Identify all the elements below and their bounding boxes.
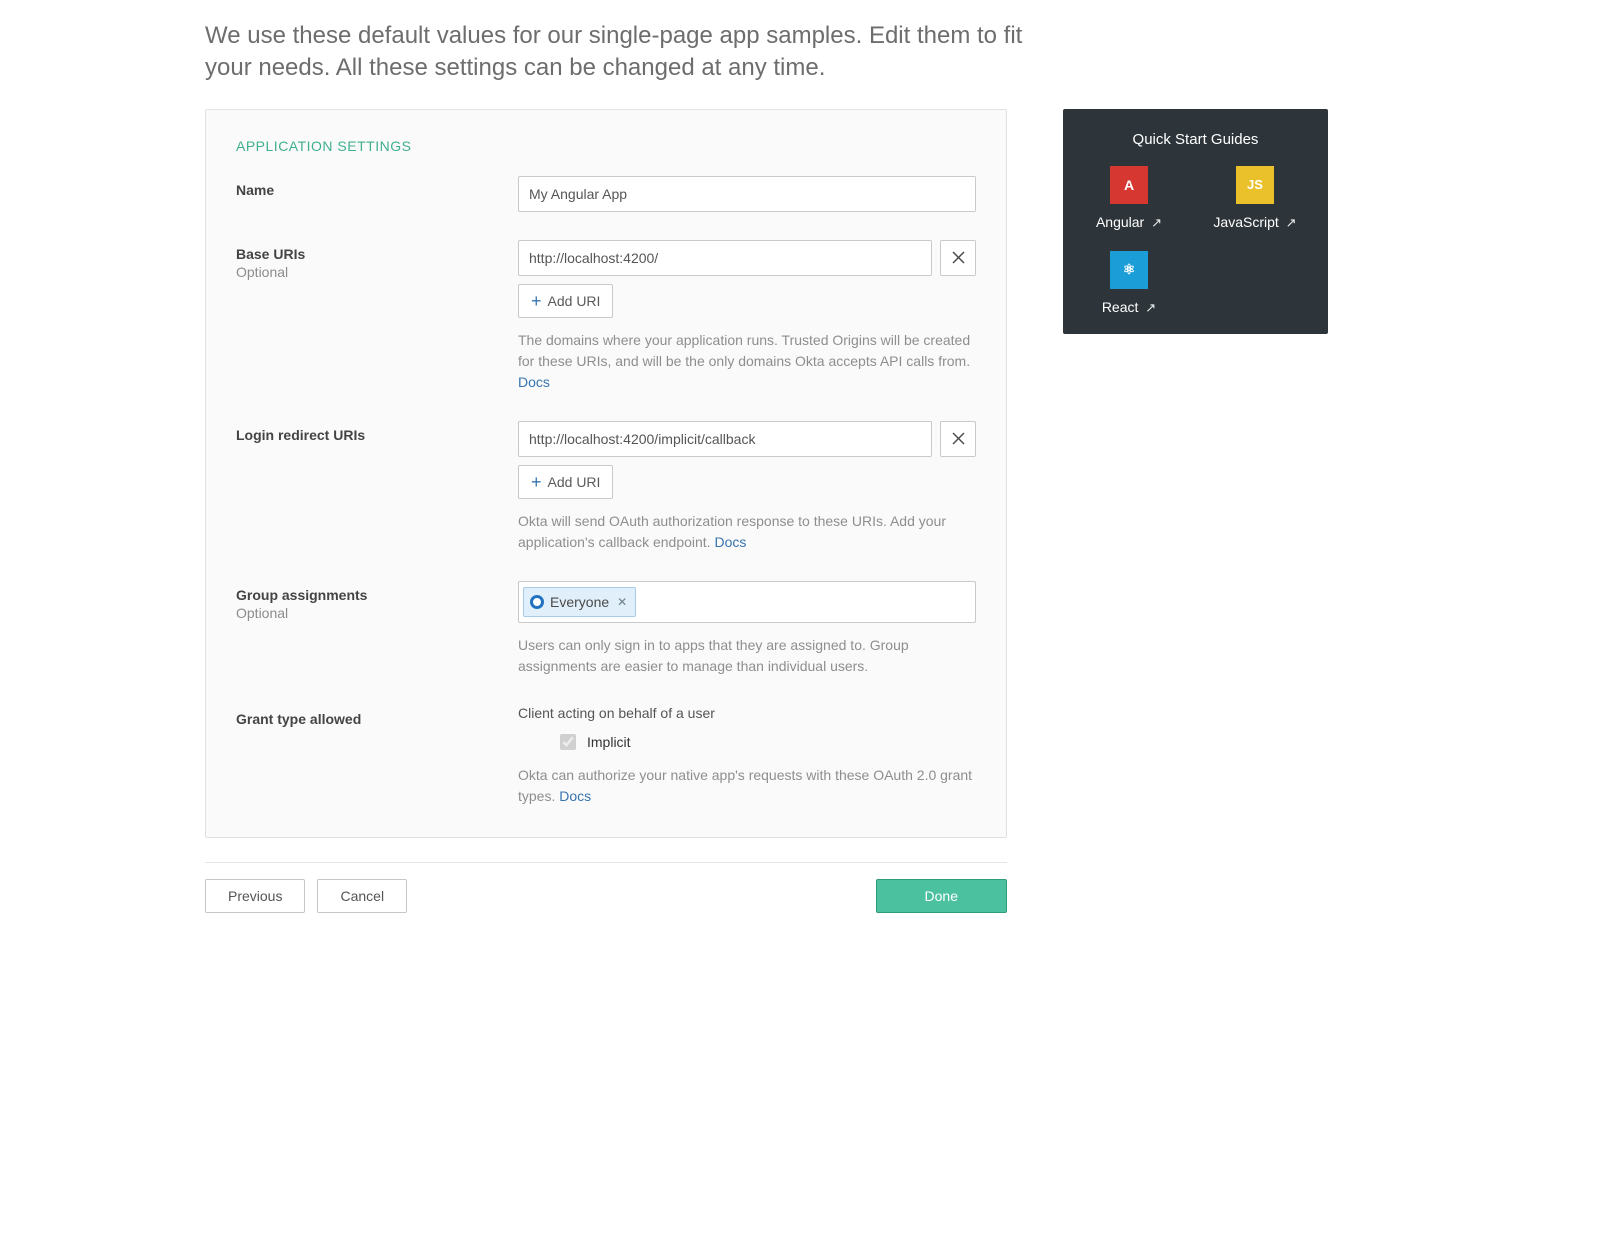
base-uris-optional: Optional bbox=[236, 264, 518, 280]
remove-group-token-button[interactable]: ✕ bbox=[617, 595, 627, 609]
external-link-icon: ↗ bbox=[1151, 215, 1162, 230]
group-icon bbox=[530, 595, 544, 609]
previous-button[interactable]: Previous bbox=[205, 879, 305, 913]
group-token-label: Everyone bbox=[550, 594, 609, 610]
base-uris-label: Base URIs bbox=[236, 246, 518, 262]
guide-label: JavaScript ↗ bbox=[1213, 214, 1296, 231]
grant-sub-label: Client acting on behalf of a user bbox=[518, 705, 976, 721]
base-uris-help: The domains where your application runs.… bbox=[518, 330, 976, 393]
add-uri-label: Add URI bbox=[548, 474, 601, 490]
close-icon bbox=[952, 251, 965, 264]
sidebar-title: Quick Start Guides bbox=[1081, 131, 1310, 148]
actions-row: Previous Cancel Done bbox=[205, 879, 1007, 913]
login-redirect-help: Okta will send OAuth authorization respo… bbox=[518, 511, 976, 553]
base-uri-input[interactable] bbox=[518, 240, 932, 276]
remove-login-redirect-button[interactable] bbox=[940, 421, 976, 457]
grant-type-label: Grant type allowed bbox=[236, 711, 518, 727]
divider bbox=[205, 862, 1007, 863]
group-assignments-label: Group assignments bbox=[236, 587, 518, 603]
implicit-label: Implicit bbox=[587, 734, 631, 750]
guide-javascript[interactable]: JS JavaScript ↗ bbox=[1207, 166, 1303, 231]
field-group-assignments: Group assignments Optional Everyone ✕ Us… bbox=[236, 581, 976, 677]
name-label: Name bbox=[236, 182, 518, 198]
group-token-input[interactable]: Everyone ✕ bbox=[518, 581, 976, 623]
grant-docs-link[interactable]: Docs bbox=[559, 788, 591, 804]
close-icon bbox=[952, 432, 965, 445]
guide-label: Angular ↗ bbox=[1096, 214, 1162, 231]
name-input[interactable] bbox=[518, 176, 976, 212]
guide-label: React ↗ bbox=[1102, 299, 1156, 316]
field-login-redirect: Login redirect URIs + bbox=[236, 421, 976, 553]
external-link-icon: ↗ bbox=[1286, 215, 1297, 230]
grant-help: Okta can authorize your native app's req… bbox=[518, 765, 976, 807]
implicit-checkbox[interactable] bbox=[560, 734, 576, 750]
angular-icon: A bbox=[1110, 166, 1148, 204]
base-uris-docs-link[interactable]: Docs bbox=[518, 374, 550, 390]
guide-react[interactable]: ⚛ React ↗ bbox=[1081, 251, 1177, 316]
login-redirect-input[interactable] bbox=[518, 421, 932, 457]
javascript-icon: JS bbox=[1236, 166, 1274, 204]
group-token-everyone: Everyone ✕ bbox=[523, 587, 636, 617]
field-base-uris: Base URIs Optional bbox=[236, 240, 976, 393]
panel-title: APPLICATION SETTINGS bbox=[236, 138, 976, 154]
plus-icon: + bbox=[531, 292, 542, 310]
add-uri-label: Add URI bbox=[548, 293, 601, 309]
add-login-redirect-button[interactable]: + Add URI bbox=[518, 465, 613, 499]
plus-icon: + bbox=[531, 473, 542, 491]
guide-angular[interactable]: A Angular ↗ bbox=[1081, 166, 1177, 231]
group-assignments-optional: Optional bbox=[236, 605, 518, 621]
group-help: Users can only sign in to apps that they… bbox=[518, 635, 976, 677]
intro-text: We use these default values for our sing… bbox=[205, 20, 1025, 85]
quick-start-sidebar: Quick Start Guides A Angular ↗ JS JavaScrip… bbox=[1063, 109, 1328, 334]
login-redirect-label: Login redirect URIs bbox=[236, 427, 518, 443]
field-name: Name bbox=[236, 176, 976, 212]
field-grant-type: Grant type allowed Client acting on beha… bbox=[236, 705, 976, 807]
remove-base-uri-button[interactable] bbox=[940, 240, 976, 276]
add-base-uri-button[interactable]: + Add URI bbox=[518, 284, 613, 318]
react-icon: ⚛ bbox=[1110, 251, 1148, 289]
external-link-icon: ↗ bbox=[1145, 300, 1156, 315]
implicit-row[interactable]: Implicit bbox=[556, 731, 976, 753]
login-docs-link[interactable]: Docs bbox=[714, 534, 746, 550]
done-button[interactable]: Done bbox=[876, 879, 1007, 913]
app-settings-panel: APPLICATION SETTINGS Name Base URIs Opti… bbox=[205, 109, 1007, 838]
cancel-button[interactable]: Cancel bbox=[317, 879, 407, 913]
